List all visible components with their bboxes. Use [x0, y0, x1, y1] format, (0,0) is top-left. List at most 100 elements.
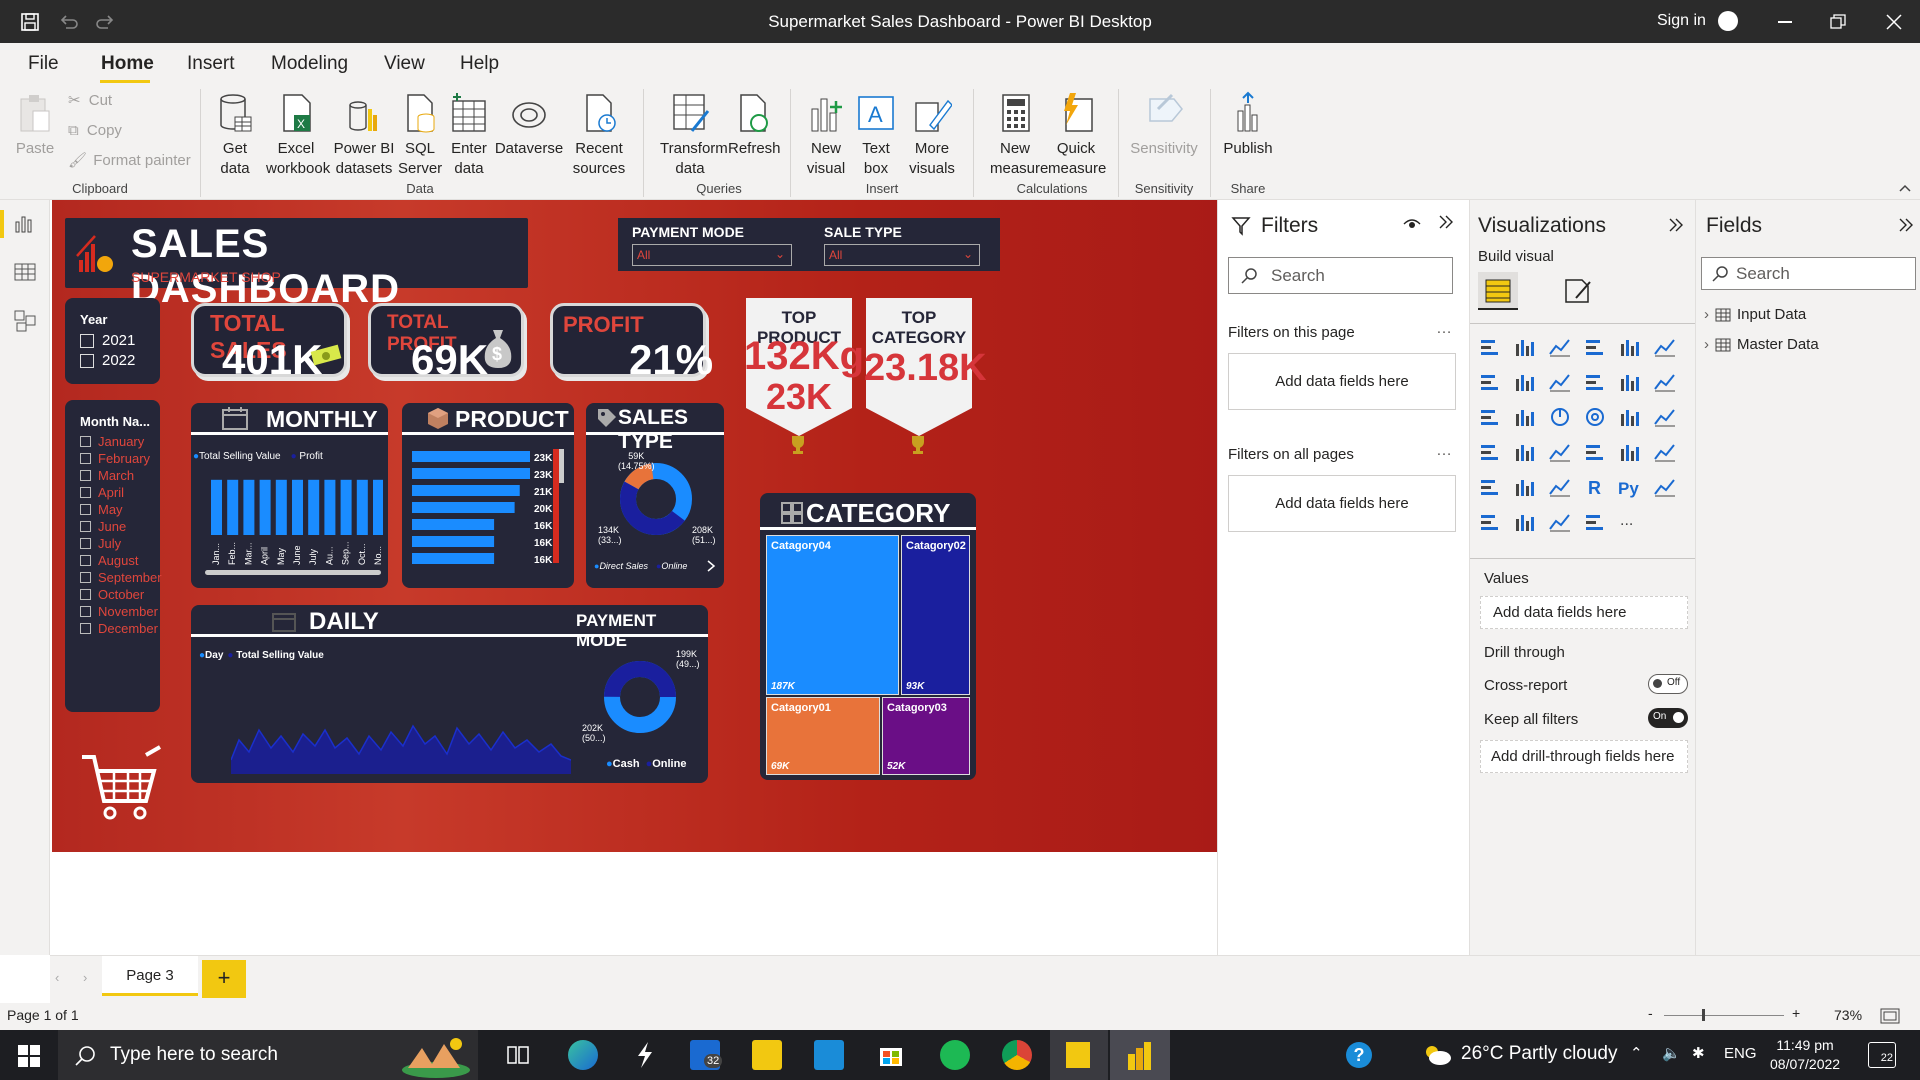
- line-chart-icon[interactable]: [1478, 371, 1502, 393]
- notifications-icon[interactable]: 22: [1868, 1042, 1896, 1068]
- checkbox[interactable]: [80, 436, 91, 447]
- more-visuals-icon[interactable]: ...: [1618, 511, 1642, 533]
- map-icon[interactable]: [1653, 406, 1677, 428]
- filters-page-drop-well[interactable]: Add data fields here: [1228, 353, 1456, 410]
- transform-data-button[interactable]: Transform data: [654, 91, 728, 179]
- product-bar[interactable]: [412, 451, 530, 462]
- paste-button[interactable]: Paste: [12, 91, 58, 159]
- checkbox[interactable]: [80, 623, 91, 634]
- payment-slicer-dropdown[interactable]: All ⌄: [632, 244, 792, 266]
- qa-icon[interactable]: [1513, 511, 1537, 533]
- matrix-icon[interactable]: [1548, 476, 1572, 498]
- report-view-icon[interactable]: [14, 214, 36, 234]
- dataverse-button[interactable]: Dataverse: [494, 91, 564, 159]
- multi-row-card-icon[interactable]: [1618, 441, 1642, 463]
- windows-start-icon[interactable]: [18, 1045, 40, 1067]
- stacked-bar-icon[interactable]: [1478, 336, 1502, 358]
- scroll-left-icon[interactable]: ‹: [55, 970, 59, 985]
- text-box-button[interactable]: A Text box: [854, 91, 898, 179]
- clustered-bar-icon[interactable]: [1548, 336, 1572, 358]
- month-option[interactable]: October: [80, 586, 162, 603]
- smart-narrative-icon[interactable]: [1548, 511, 1572, 533]
- weather-text[interactable]: 26°C Partly cloudy: [1461, 1043, 1618, 1065]
- month-option[interactable]: December: [80, 620, 162, 637]
- values-drop-well[interactable]: Add data fields here: [1480, 596, 1688, 629]
- monthly-chart-card[interactable]: MONTHLY ●Total Selling Value ● Profit Jan…: [191, 403, 388, 588]
- table-icon[interactable]: [1513, 476, 1537, 498]
- new-measure-button[interactable]: New measure: [990, 91, 1048, 179]
- product-bar[interactable]: [412, 519, 495, 530]
- waterfall-icon[interactable]: [1653, 371, 1677, 393]
- month-option[interactable]: August: [80, 552, 162, 569]
- publish-button[interactable]: Publish: [1222, 91, 1274, 159]
- zoom-slider[interactable]: [1664, 1009, 1784, 1021]
- page-tab[interactable]: Page 3: [102, 956, 198, 996]
- monthly-bar[interactable]: [259, 479, 271, 535]
- menu-file[interactable]: File: [28, 53, 59, 75]
- menu-modeling[interactable]: Modeling: [271, 53, 348, 75]
- fields-search-input[interactable]: Search: [1701, 257, 1916, 290]
- monthly-bar[interactable]: [340, 479, 352, 535]
- collapse-pane-icon[interactable]: [1668, 217, 1684, 233]
- slicer-icon[interactable]: [1478, 476, 1502, 498]
- tray-overflow-icon[interactable]: ⌃: [1630, 1044, 1643, 1062]
- treemap-cell[interactable]: Catagory03 52K: [882, 697, 970, 775]
- treemap-cell[interactable]: Catagory04 187K: [766, 535, 899, 695]
- zoom-out-button[interactable]: -: [1648, 1005, 1653, 1021]
- file-explorer-icon[interactable]: [752, 1040, 782, 1070]
- treemap-icon[interactable]: [1618, 406, 1642, 428]
- format-visual-icon[interactable]: [1562, 276, 1594, 306]
- clock[interactable]: 11:49 pm 08/07/2022: [1770, 1036, 1840, 1074]
- card-icon[interactable]: [1583, 441, 1607, 463]
- checkbox[interactable]: [80, 572, 91, 583]
- build-visual-tab[interactable]: [1478, 272, 1518, 310]
- month-option[interactable]: January: [80, 433, 162, 450]
- product-bar[interactable]: [412, 485, 520, 496]
- fit-to-page-icon[interactable]: [1880, 1008, 1900, 1024]
- drill-through-drop-well[interactable]: Add drill-through fields here: [1480, 740, 1688, 773]
- checkbox[interactable]: [80, 353, 94, 368]
- monthly-bar[interactable]: [227, 479, 239, 535]
- excel-workbook-button[interactable]: X Excel workbook: [262, 91, 330, 179]
- scroll-right-icon[interactable]: ›: [83, 970, 87, 985]
- ribbon-chart-icon[interactable]: [1618, 371, 1642, 393]
- sale-type-slicer-dropdown[interactable]: All ⌄: [824, 244, 980, 266]
- monthly-bar[interactable]: [324, 479, 336, 535]
- taskbar-powerbi-app[interactable]: [1110, 1030, 1170, 1080]
- product-chart-card[interactable]: PRODUCT 23K 23K 21K 20K 16K 16K 16K: [402, 403, 574, 588]
- year-option-2021[interactable]: 2021: [80, 332, 135, 349]
- zoom-in-button[interactable]: +: [1792, 1005, 1800, 1021]
- month-option[interactable]: November: [80, 603, 162, 620]
- monthly-bar[interactable]: [243, 479, 255, 535]
- sql-server-button[interactable]: SQL Server: [397, 91, 443, 179]
- month-option[interactable]: September: [80, 569, 162, 586]
- month-option[interactable]: May: [80, 501, 162, 518]
- restore-button[interactable]: [1830, 14, 1846, 30]
- sensitivity-button[interactable]: Sensitivity: [1128, 91, 1200, 159]
- more-options-icon[interactable]: …: [1436, 442, 1452, 460]
- add-page-button[interactable]: +: [202, 960, 246, 998]
- collapse-pane-icon[interactable]: [1898, 217, 1914, 233]
- monthly-bar[interactable]: [211, 479, 222, 535]
- cut-button[interactable]: ✂ Cut: [68, 91, 112, 111]
- filled-map-icon[interactable]: [1478, 441, 1502, 463]
- filters-search-input[interactable]: Search: [1228, 257, 1453, 294]
- chrome-icon[interactable]: [1002, 1040, 1032, 1070]
- more-options-icon[interactable]: …: [1436, 320, 1452, 338]
- task-view-icon[interactable]: [506, 1044, 530, 1066]
- checkbox[interactable]: [80, 589, 91, 600]
- legend-next-icon[interactable]: [706, 559, 716, 573]
- decomposition-tree-icon[interactable]: [1478, 511, 1502, 533]
- copy-button[interactable]: ⧉ Copy: [68, 121, 122, 141]
- checkbox[interactable]: [80, 453, 91, 464]
- stacked-area-icon[interactable]: [1548, 371, 1572, 393]
- more-visuals-button[interactable]: More visuals: [904, 91, 960, 179]
- refresh-button[interactable]: Refresh: [728, 91, 781, 159]
- monthly-bar[interactable]: [373, 479, 383, 535]
- data-view-icon[interactable]: [14, 262, 36, 282]
- power-bi-datasets-button[interactable]: Power BI datasets: [331, 91, 397, 179]
- eye-icon[interactable]: [1403, 217, 1421, 231]
- stacked-column-icon[interactable]: [1513, 336, 1537, 358]
- month-option[interactable]: April: [80, 484, 162, 501]
- cross-report-toggle[interactable]: Off: [1648, 674, 1688, 694]
